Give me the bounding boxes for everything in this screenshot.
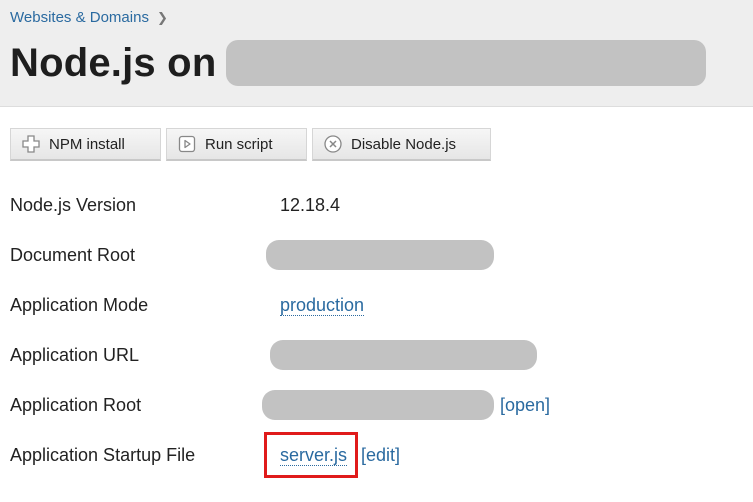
page-header: Websites & Domains ❯ Node.js on: [0, 0, 753, 107]
page-title: Node.js on: [10, 40, 217, 85]
application-root-value: [open]: [262, 390, 550, 420]
application-url-label: Application URL: [10, 344, 140, 365]
document-root-value: [266, 240, 494, 270]
application-mode-link[interactable]: production: [280, 295, 365, 316]
nodejs-version-label: Node.js Version: [10, 194, 137, 215]
npm-install-label: NPM install: [49, 135, 125, 153]
redacted-application-root: [262, 390, 494, 420]
nodejs-version-value: 12.18.4: [280, 194, 341, 215]
open-link[interactable]: [open]: [500, 395, 550, 416]
redacted-document-root: [266, 240, 494, 270]
chevron-right-icon: ❯: [156, 9, 168, 25]
close-circle-icon: [323, 134, 343, 154]
npm-install-button[interactable]: NPM install: [10, 128, 161, 161]
redacted-domain: [226, 40, 707, 86]
application-mode-label: Application Mode: [10, 294, 149, 315]
edit-link[interactable]: [edit]: [361, 445, 400, 466]
disable-nodejs-label: Disable Node.js: [351, 135, 457, 153]
run-script-button[interactable]: Run script: [166, 128, 307, 161]
breadcrumb-websites-domains[interactable]: Websites & Domains: [10, 9, 149, 26]
application-startup-file-label: Application Startup File: [10, 444, 196, 465]
application-root-label: Application Root: [10, 394, 142, 415]
play-icon: [177, 134, 197, 154]
plus-icon: [21, 134, 41, 154]
toolbar: NPM install Run script Disable Node.js: [10, 128, 491, 161]
breadcrumb: Websites & Domains ❯: [10, 9, 168, 26]
title-row: Node.js on: [10, 40, 707, 86]
disable-nodejs-button[interactable]: Disable Node.js: [312, 128, 491, 161]
document-root-label: Document Root: [10, 244, 136, 265]
application-url-value: [270, 340, 537, 370]
run-script-label: Run script: [205, 135, 273, 153]
highlight-box: [264, 432, 358, 478]
redacted-application-url: [270, 340, 537, 370]
